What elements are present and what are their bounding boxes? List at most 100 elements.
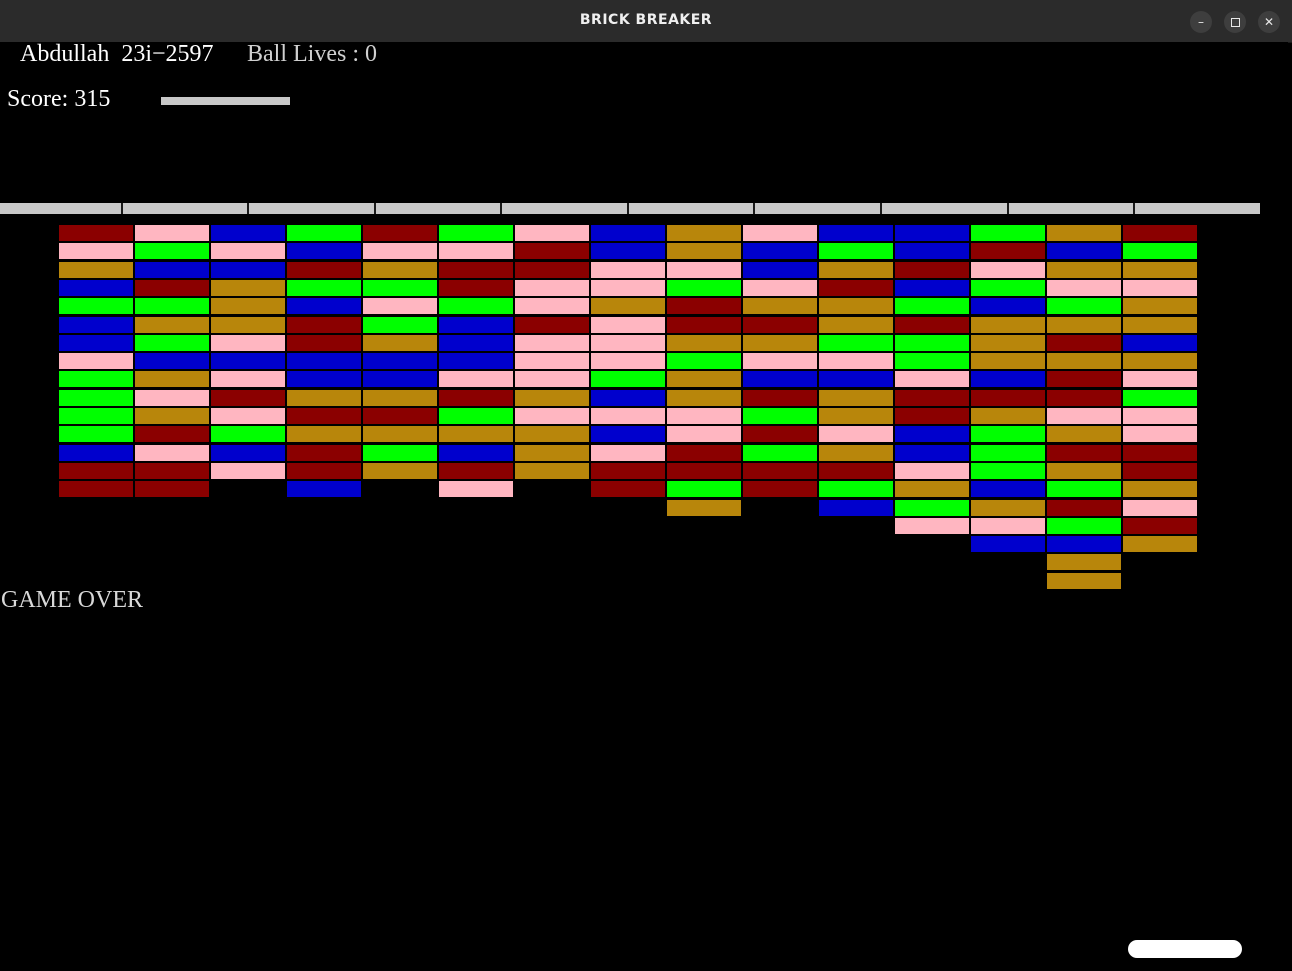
brick [742,462,818,480]
brick [58,316,134,334]
brick [1122,444,1198,462]
brick [666,444,742,462]
brick [1046,370,1122,388]
brick [514,370,590,388]
brick [438,480,514,498]
brick [438,242,514,260]
brick [438,334,514,352]
brick [362,425,438,443]
brick [134,279,210,297]
close-button[interactable]: ✕ [1258,11,1280,33]
brick [362,389,438,407]
brick [894,297,970,315]
brick [590,279,666,297]
brick [134,352,210,370]
brick [666,316,742,334]
brick [362,407,438,425]
brick [818,462,894,480]
brick [590,352,666,370]
brick [590,316,666,334]
brick [210,407,286,425]
brick [818,370,894,388]
brick [438,370,514,388]
wall-divider [500,203,502,214]
brick [210,370,286,388]
brick [134,242,210,260]
brick [666,462,742,480]
title-bar[interactable]: BRICK BREAKER – ✕ [0,0,1292,43]
brick [286,316,362,334]
power-bar [161,97,290,105]
brick [58,407,134,425]
brick [362,370,438,388]
brick [818,334,894,352]
brick [58,425,134,443]
brick [970,261,1046,279]
brick [210,389,286,407]
maximize-button[interactable] [1224,11,1246,33]
brick [438,444,514,462]
game-canvas[interactable]: Abdullah 23i−2597 Ball Lives : 0 Score: … [0,41,1288,971]
brick [362,352,438,370]
brick [438,279,514,297]
brick [818,480,894,498]
brick [210,444,286,462]
brick [742,407,818,425]
brick [1046,297,1122,315]
brick [438,462,514,480]
brick [1122,352,1198,370]
brick [970,297,1046,315]
brick [514,242,590,260]
brick [818,279,894,297]
brick [210,316,286,334]
brick [286,407,362,425]
brick [362,224,438,242]
close-icon: ✕ [1263,15,1275,29]
brick [590,242,666,260]
brick [1046,279,1122,297]
brick [894,462,970,480]
brick [1046,334,1122,352]
brick [134,261,210,279]
brick [1046,517,1122,535]
brick [1122,480,1198,498]
brick [1046,499,1122,517]
brick [666,425,742,443]
brick [894,517,970,535]
brick [1122,499,1198,517]
brick [1122,370,1198,388]
wall-divider [247,203,249,214]
brick [1046,261,1122,279]
brick [970,499,1046,517]
brick [818,316,894,334]
brick [58,389,134,407]
brick [742,425,818,443]
brick [970,480,1046,498]
player-label: Abdullah 23i−2597 [20,41,214,67]
brick [1122,425,1198,443]
brick [970,224,1046,242]
brick [1046,316,1122,334]
paddle[interactable] [1128,940,1242,958]
brick [286,242,362,260]
window-title: BRICK BREAKER [579,12,713,28]
brick [590,444,666,462]
brick [514,334,590,352]
brick [742,224,818,242]
brick [818,389,894,407]
brick [1122,462,1198,480]
brick [286,224,362,242]
brick [970,444,1046,462]
brick [818,425,894,443]
brick [590,334,666,352]
brick [1046,242,1122,260]
brick [134,462,210,480]
brick [1122,297,1198,315]
brick [666,499,742,517]
minimize-button[interactable]: – [1190,11,1212,33]
brick [818,499,894,517]
brick [818,444,894,462]
brick [894,389,970,407]
brick [1046,572,1122,590]
brick [438,407,514,425]
